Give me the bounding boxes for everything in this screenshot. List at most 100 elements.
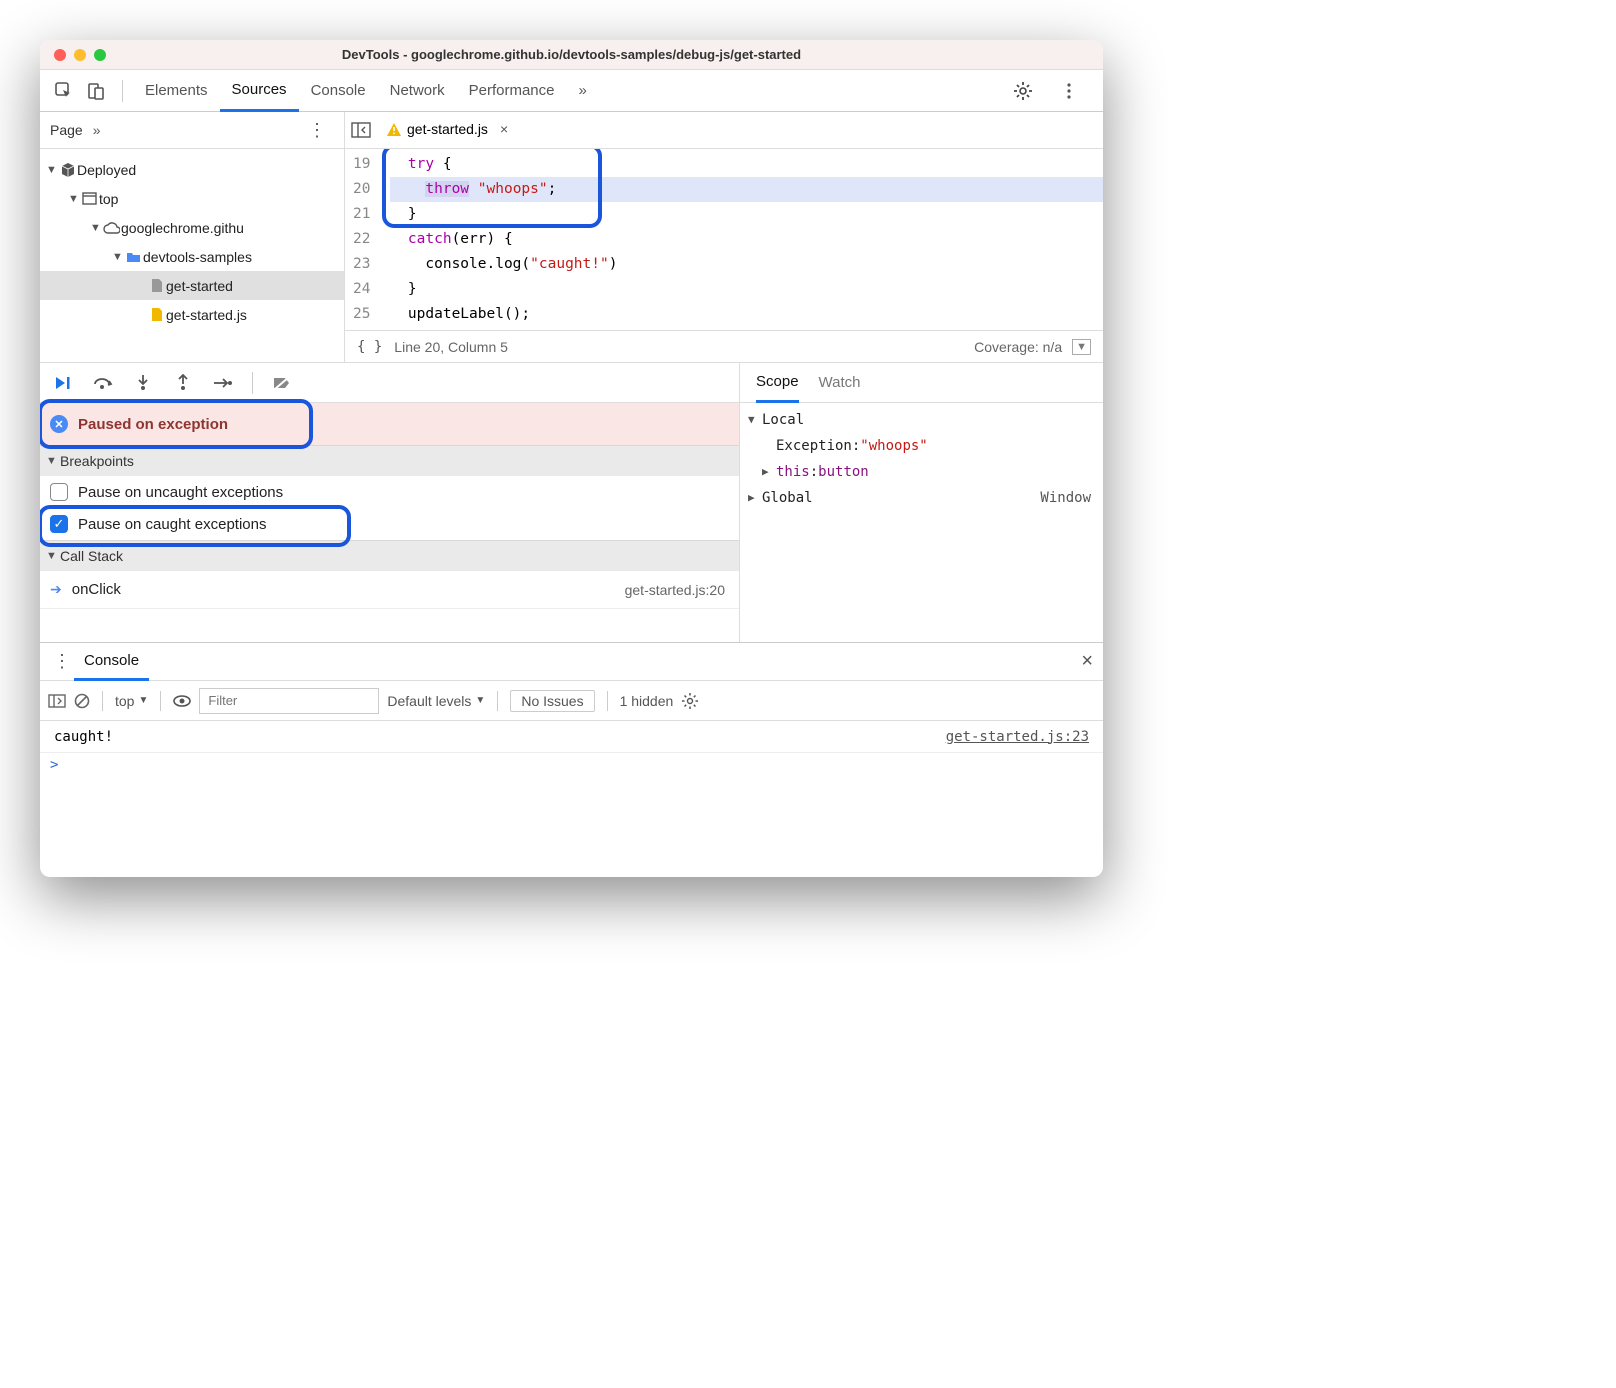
log-message: caught!	[54, 729, 113, 745]
close-window-button[interactable]	[54, 49, 66, 61]
tree-folder[interactable]: ▼ devtools-samples	[40, 242, 344, 271]
tree-label: Deployed	[77, 162, 136, 178]
filter-input[interactable]	[199, 688, 379, 714]
section-title: Breakpoints	[60, 453, 134, 469]
tree-deployed[interactable]: ▼ Deployed	[40, 155, 344, 184]
checkbox-checked[interactable]: ✓	[50, 515, 68, 533]
code-editor[interactable]: 19 20 21 22 23 24 25 try { throw "whoops…	[345, 149, 1103, 330]
scope-global[interactable]: ▶Global Window	[748, 485, 1095, 511]
kebab-menu-icon[interactable]	[1057, 79, 1081, 103]
hidden-count: 1 hidden	[620, 693, 674, 709]
code-body: try { throw "whoops"; } catch(err) { con…	[378, 149, 1103, 330]
tab-console[interactable]: Console	[299, 70, 378, 112]
log-source-link[interactable]: get-started.js:23	[946, 729, 1089, 745]
scope-this[interactable]: ▶ this: button	[748, 459, 1095, 485]
scope-panel: Scope Watch ▼Local Exception: "whoops" ▶…	[740, 363, 1103, 642]
checkbox-unchecked[interactable]	[50, 483, 68, 501]
main-toolbar: Elements Sources Console Network Perform…	[40, 70, 1103, 112]
minimize-window-button[interactable]	[74, 49, 86, 61]
clear-console-icon[interactable]	[74, 693, 90, 709]
toggle-sidebar-icon[interactable]	[48, 694, 66, 708]
gutter: 19 20 21 22 23 24 25	[345, 149, 378, 330]
deactivate-breakpoints-icon[interactable]	[271, 372, 293, 394]
file-tree: ▼ Deployed ▼ top ▼ googlechrome.githu	[40, 149, 344, 362]
tree-label: get-started	[166, 278, 233, 294]
settings-icon[interactable]	[1011, 79, 1035, 103]
toolbar-right	[1007, 79, 1095, 103]
section-title: Call Stack	[60, 548, 123, 564]
live-expression-icon[interactable]	[173, 695, 191, 707]
file-tab-name: get-started.js	[407, 121, 488, 137]
toggle-navigator-icon[interactable]	[351, 122, 371, 138]
step-over-icon[interactable]	[92, 372, 114, 394]
tree-file-html[interactable]: get-started	[40, 271, 344, 300]
navigator-more-icon[interactable]: ⋮	[300, 120, 334, 141]
tab-elements[interactable]: Elements	[133, 70, 220, 112]
tab-scope[interactable]: Scope	[756, 363, 799, 403]
editor-status-bar: { } Line 20, Column 5 Coverage: n/a ▼	[345, 330, 1103, 362]
inspect-icon[interactable]	[52, 79, 76, 103]
panel-tabs: Elements Sources Console Network Perform…	[133, 70, 599, 112]
step-icon[interactable]	[212, 372, 234, 394]
console-drawer-tabs: ⋮ Console ×	[40, 643, 1103, 681]
tab-network[interactable]: Network	[378, 70, 457, 112]
cube-icon	[58, 162, 77, 178]
coverage-status: Coverage: n/a	[974, 339, 1062, 355]
tab-sources[interactable]: Sources	[220, 70, 299, 112]
file-tab[interactable]: get-started.js ×	[379, 112, 516, 148]
drawer-menu-icon[interactable]: ⋮	[50, 651, 74, 672]
file-icon	[147, 278, 166, 293]
frame-location: get-started.js:20	[625, 582, 725, 598]
step-into-icon[interactable]	[132, 372, 154, 394]
current-frame-arrow-icon: ➔	[50, 581, 62, 598]
tree-domain[interactable]: ▼ googlechrome.githu	[40, 213, 344, 242]
navigator-sidebar: Page » ⋮ ▼ Deployed ▼ top	[40, 112, 345, 362]
pretty-print-icon[interactable]: { }	[357, 339, 382, 355]
cloud-icon	[102, 222, 121, 234]
bp-caught[interactable]: ✓ Pause on caught exceptions	[40, 508, 739, 540]
titlebar: DevTools - googlechrome.github.io/devtoo…	[40, 40, 1103, 70]
debugger-left: ✕ Paused on exception ▼Breakpoints Pause…	[40, 363, 740, 642]
bp-uncaught[interactable]: Pause on uncaught exceptions	[40, 476, 739, 508]
console-drawer: ⋮ Console × top ▼ Default levels ▼ No Is…	[40, 642, 1103, 877]
window-title: DevTools - googlechrome.github.io/devtoo…	[40, 47, 1103, 62]
tab-watch[interactable]: Watch	[819, 363, 861, 403]
collapse-icon[interactable]: ▼	[1072, 339, 1091, 355]
toolbar-divider	[122, 80, 123, 102]
step-out-icon[interactable]	[172, 372, 194, 394]
log-levels-selector[interactable]: Default levels ▼	[387, 693, 485, 709]
close-drawer-icon[interactable]: ×	[1081, 650, 1093, 673]
tabs-overflow[interactable]: »	[567, 70, 599, 112]
tree-label: top	[99, 191, 118, 207]
breakpoints-section[interactable]: ▼Breakpoints	[40, 445, 739, 476]
folder-icon	[124, 251, 143, 263]
prompt-chevron: >	[50, 757, 58, 773]
resume-icon[interactable]	[52, 372, 74, 394]
scope-tree: ▼Local Exception: "whoops" ▶ this: butto…	[740, 403, 1103, 511]
navigator-tabs-overflow[interactable]: »	[93, 122, 101, 138]
file-js-icon	[147, 307, 166, 322]
console-settings-icon[interactable]	[681, 692, 699, 710]
tree-file-js[interactable]: get-started.js	[40, 300, 344, 329]
scope-local[interactable]: ▼Local	[748, 407, 1095, 433]
no-issues-button[interactable]: No Issues	[510, 690, 594, 712]
maximize-window-button[interactable]	[94, 49, 106, 61]
tree-label: googlechrome.githu	[121, 220, 244, 236]
drawer-tab-console[interactable]: Console	[74, 643, 149, 681]
context-selector[interactable]: top ▼	[115, 693, 148, 709]
console-log-entry[interactable]: caught! get-started.js:23	[40, 721, 1103, 753]
device-mode-icon[interactable]	[84, 79, 108, 103]
scope-exception[interactable]: Exception: "whoops"	[748, 433, 1095, 459]
callstack-section[interactable]: ▼Call Stack	[40, 540, 739, 571]
debug-controls	[40, 363, 739, 403]
navigator-tab-page[interactable]: Page	[50, 122, 83, 138]
tree-label: get-started.js	[166, 307, 247, 323]
debugger-pane: ✕ Paused on exception ▼Breakpoints Pause…	[40, 362, 1103, 642]
tree-top[interactable]: ▼ top	[40, 184, 344, 213]
info-icon: ✕	[50, 415, 68, 433]
stack-frame[interactable]: ➔ onClick get-started.js:20	[40, 571, 739, 609]
tab-performance[interactable]: Performance	[457, 70, 567, 112]
paused-message: ✕ Paused on exception	[40, 403, 739, 445]
console-prompt[interactable]: >	[40, 753, 1103, 777]
close-tab-icon[interactable]: ×	[500, 121, 508, 137]
